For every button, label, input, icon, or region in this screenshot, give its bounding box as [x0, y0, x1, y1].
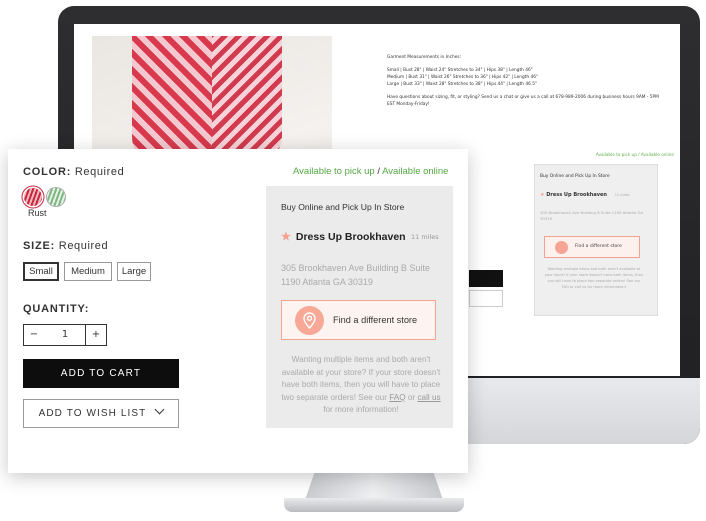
mini-store-name: ★ Dress Up Brookhaven 11 miles [540, 192, 630, 198]
required-text: Required [74, 166, 125, 178]
measurements-text: Garment Measurements in Inches: Small | … [387, 54, 667, 114]
store-name-label: Dress Up Brookhaven [295, 231, 406, 243]
size-medium-button[interactable]: Medium [64, 262, 112, 281]
store-address: 305 Brookhaven Ave Building B Suite 1190… [281, 263, 430, 287]
size-label-text: SIZE: [23, 240, 56, 252]
star-icon: ★ [281, 231, 291, 243]
mini-wish-list[interactable] [469, 290, 503, 307]
available-pickup: Available to pick up [293, 166, 375, 177]
required-text: Required [58, 240, 109, 252]
color-label: COLOR: Required [23, 166, 124, 178]
monitor-stand-base [284, 498, 464, 512]
pickup-in-store-box: Buy Online and Pick Up In Store ★ Dress U… [266, 186, 453, 428]
product-options-panel: COLOR: Required Available to pick up / A… [8, 149, 468, 473]
quantity-label-text: QUANTITY: [23, 303, 90, 315]
quantity-increment-button[interactable]: + [85, 324, 107, 346]
mini-availability: Available to pick up / Available online [595, 152, 674, 157]
measurements-heading: Garment Measurements in Inches: [387, 55, 462, 60]
wish-list-label: ADD TO WISH LIST [38, 408, 147, 419]
availability-text: Available to pick up / Available online [293, 166, 448, 177]
note-or: or [407, 392, 416, 402]
mini-miles: 11 miles [614, 193, 630, 197]
measure-small: Small | Bust 28" | Waist 24" Stretches t… [387, 68, 533, 73]
star-icon: ★ [540, 192, 545, 198]
pickup-note: Wanting multiple items and both aren't a… [281, 354, 441, 417]
quantity-input[interactable]: 1 [44, 324, 86, 346]
mini-address: 305 Brookhaven Ave Building B Suite 1190… [540, 210, 644, 221]
color-swatch-green[interactable] [47, 188, 65, 206]
find-different-store-button[interactable]: Find a different store [281, 300, 436, 340]
add-to-wish-list-button[interactable]: ADD TO WISH LIST [23, 399, 179, 428]
add-to-cart-label: ADD TO CART [60, 368, 142, 379]
availability-separator: / [374, 166, 383, 177]
find-store-label: Find a different store [333, 315, 418, 325]
add-to-cart-button[interactable]: ADD TO CART [23, 359, 179, 388]
available-online: Available online [382, 166, 449, 177]
size-large-button[interactable]: Large [117, 262, 151, 281]
selected-color-name: Rust [28, 208, 47, 218]
call-us-link[interactable]: call us [417, 393, 440, 402]
measure-large: Large | Bust 33" | Waist 28" Stretches t… [387, 82, 537, 87]
store-name: ★ Dress Up Brookhaven [281, 230, 406, 243]
color-swatch-rust[interactable] [24, 188, 42, 206]
store-distance: 11 miles [411, 233, 439, 241]
size-small-button[interactable]: Small [23, 262, 59, 281]
quantity-label: QUANTITY: [23, 303, 89, 315]
questions-text: Have questions about sizing, fit, or sty… [387, 95, 659, 107]
mini-pickup-title: Buy Online and Pick Up In Store [540, 174, 610, 179]
mini-store-label: Dress Up Brookhaven [546, 192, 607, 198]
mini-note: Wanting multiple items and both aren't a… [544, 267, 644, 289]
size-label: SIZE: Required [23, 240, 108, 252]
mini-add-to-cart[interactable] [469, 270, 503, 287]
pickup-title: Buy Online and Pick Up In Store [281, 202, 405, 212]
note-end: for more information! [323, 405, 399, 414]
dress-fabric [212, 36, 282, 166]
location-pin-icon [295, 306, 324, 335]
color-label-text: COLOR: [23, 166, 72, 178]
mini-find-store-button[interactable]: Find a different store [544, 236, 640, 258]
mini-find-label: Find a different store [575, 244, 622, 249]
chevron-down-icon [154, 404, 165, 415]
measure-medium: Medium | Bust 31" | Waist 26" Stretches … [387, 75, 538, 80]
faq-link[interactable]: FAQ [389, 393, 405, 402]
quantity-decrement-button[interactable]: − [23, 324, 45, 346]
location-pin-icon [555, 241, 568, 254]
